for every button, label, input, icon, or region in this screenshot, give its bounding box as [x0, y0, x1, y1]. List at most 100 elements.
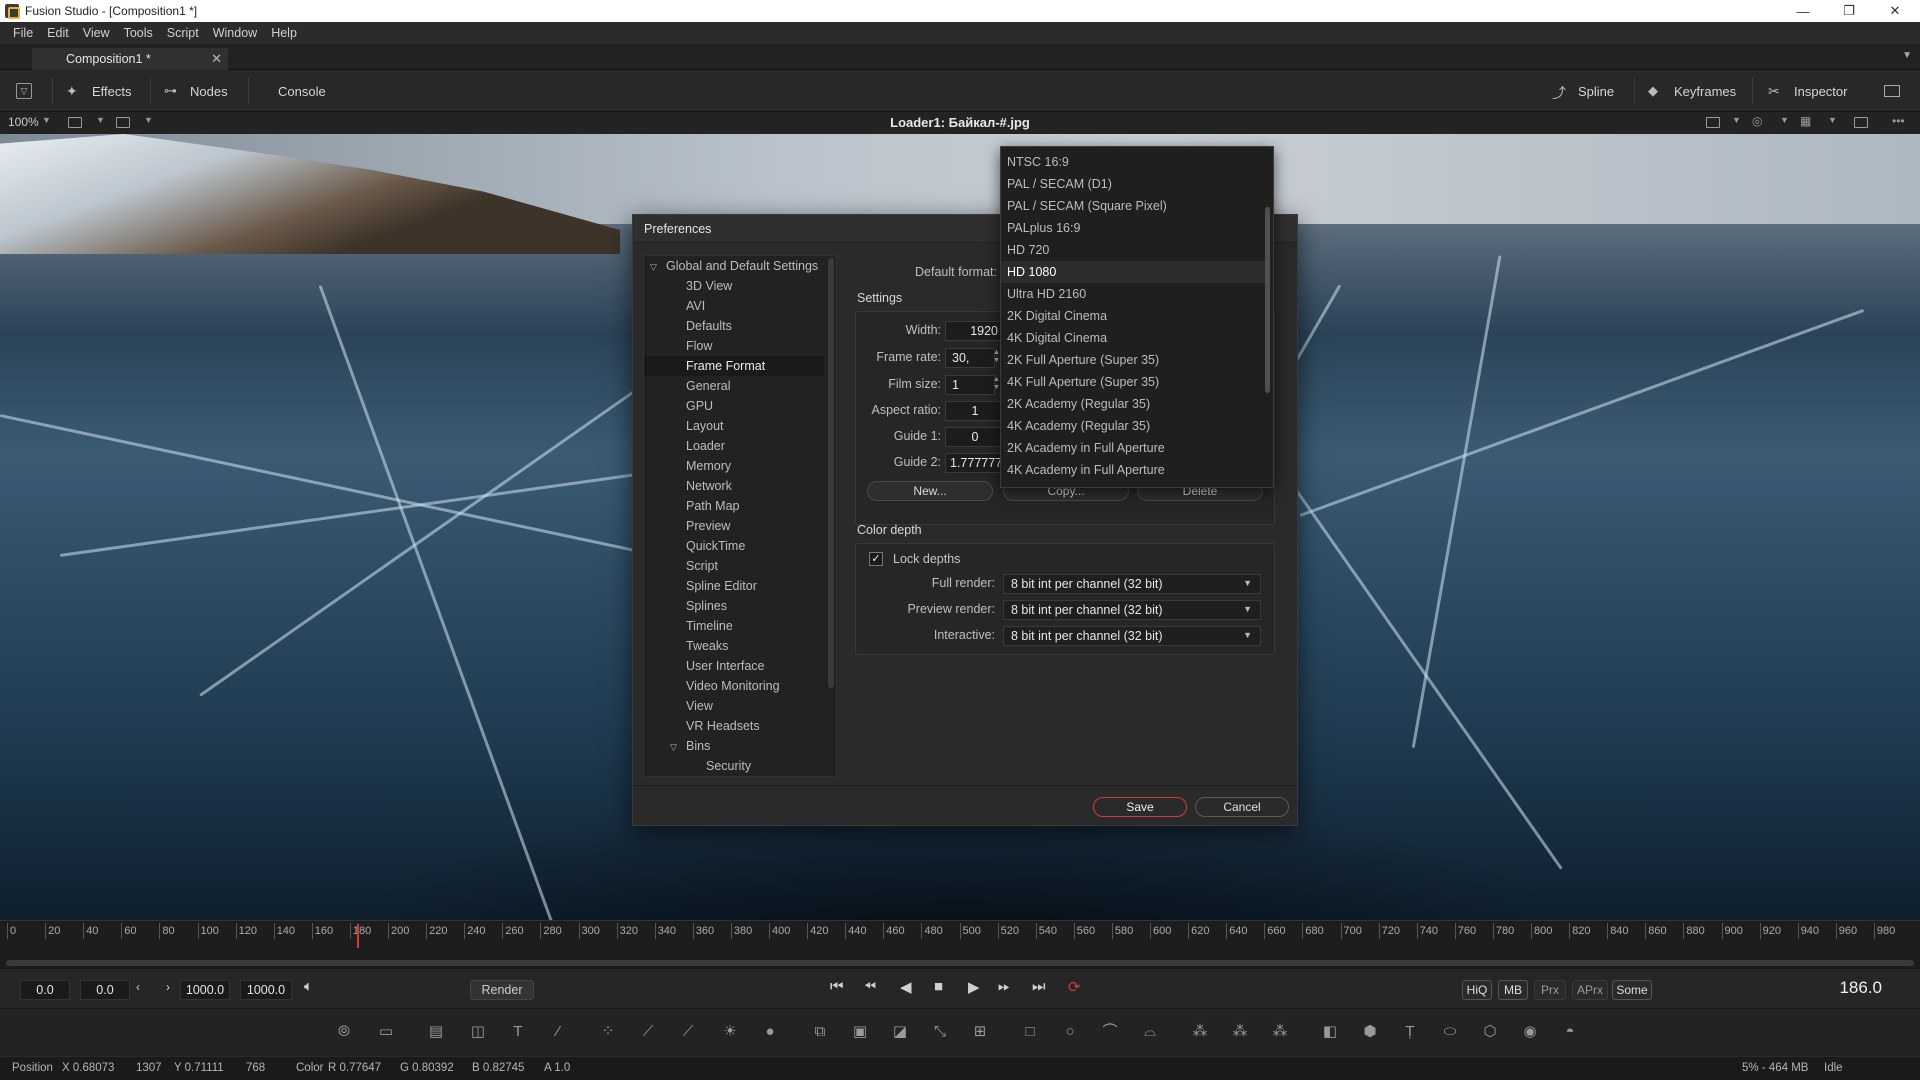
tree-item-security[interactable]: Security: [644, 756, 824, 776]
console-button[interactable]: Console: [278, 70, 326, 112]
proxy-toggle[interactable]: Prx: [1534, 980, 1566, 1000]
tree-item-loader[interactable]: Loader: [644, 436, 824, 456]
tree-item-splines[interactable]: Splines: [644, 596, 824, 616]
step-forward-icon[interactable]: ⏩︎: [998, 978, 1010, 995]
tree-item-frame-format[interactable]: Frame Format: [644, 356, 824, 376]
light-3d-icon[interactable]: ◓: [1560, 1023, 1580, 1041]
dropdown-scrollbar[interactable]: [1265, 207, 1270, 393]
format-option[interactable]: 2K Digital Cinema: [1001, 305, 1265, 327]
matte-tool-icon[interactable]: ▣: [850, 1023, 870, 1041]
render-start-field[interactable]: 0.0: [80, 980, 130, 1000]
background-tool-icon[interactable]: ⦾: [334, 1023, 354, 1041]
width-field[interactable]: 1920: [945, 321, 1005, 341]
spline-button[interactable]: ⤴ Spline: [1552, 70, 1614, 112]
format-option[interactable]: 4K Digital Cinema: [1001, 327, 1265, 349]
time-ruler[interactable]: 0 20 40 60 80 100 120 140 160 180 200 220 240 260 280 3…: [0, 920, 1920, 954]
loop-icon[interactable]: ⟳: [1068, 978, 1081, 996]
format-option[interactable]: 4K Academy (Regular 35): [1001, 415, 1265, 437]
tab-overflow-chevron-icon[interactable]: ▼: [1902, 50, 1912, 61]
tree-item-bins[interactable]: Bins: [644, 736, 824, 756]
paint-tool-icon[interactable]: ▤: [426, 1023, 446, 1041]
play-reverse-icon[interactable]: ◀: [900, 978, 912, 996]
tree-item-video-monitoring[interactable]: Video Monitoring: [644, 676, 824, 696]
keyframes-button[interactable]: ◆ Keyframes: [1648, 70, 1736, 112]
tree-item-flow[interactable]: Flow: [644, 336, 824, 356]
blur-tool-icon[interactable]: ●: [760, 1023, 780, 1041]
tree-item-network[interactable]: Network: [644, 476, 824, 496]
color-channel-icon[interactable]: ◎: [1752, 114, 1762, 128]
camera-3d-icon[interactable]: ◉: [1520, 1023, 1540, 1041]
ellipse-mask-icon[interactable]: ○: [1060, 1023, 1080, 1041]
format-option[interactable]: 4K Academy in Full Aperture: [1001, 459, 1265, 481]
tree-item-user-interface[interactable]: User Interface: [644, 656, 824, 676]
tree-item-timeline[interactable]: Timeline: [644, 616, 824, 636]
format-option[interactable]: HD 720: [1001, 239, 1265, 261]
menu-help[interactable]: Help: [264, 26, 304, 40]
merge-tool-icon[interactable]: ◫: [468, 1023, 488, 1041]
prender-tool-icon[interactable]: ⁂: [1230, 1023, 1250, 1041]
hiq-toggle[interactable]: HiQ: [1462, 980, 1492, 1000]
image-tool-icon[interactable]: ▭: [376, 1023, 396, 1041]
aspect-ratio-field[interactable]: 1: [945, 401, 1005, 421]
format-option[interactable]: PAL / SECAM (Square Pixel): [1001, 195, 1265, 217]
panel-toggle-button[interactable]: ▽: [16, 70, 32, 112]
format-option[interactable]: 2K Academy in Full Aperture: [1001, 437, 1265, 459]
global-end-field[interactable]: 1000.0: [240, 980, 292, 1000]
renderer-3d-icon[interactable]: ⬡: [1480, 1023, 1500, 1041]
text-tool-icon[interactable]: T: [508, 1023, 528, 1041]
viewer-options-icon[interactable]: [1706, 117, 1720, 128]
tree-root-global[interactable]: Global and Default Settings: [644, 256, 824, 276]
timeline-scrollbar[interactable]: [6, 960, 1914, 966]
stop-icon[interactable]: ■: [934, 978, 943, 995]
format-option[interactable]: PALplus 16:9: [1001, 217, 1265, 239]
auto-proxy-toggle[interactable]: APrx: [1572, 980, 1608, 1000]
audio-speaker-icon[interactable]: 🔈︎: [304, 978, 313, 995]
playhead[interactable]: [357, 924, 359, 948]
menu-view[interactable]: View: [76, 26, 117, 40]
guide2-field[interactable]: 1.777777: [945, 453, 1005, 473]
format-option[interactable]: 4K Full Aperture (Super 35): [1001, 371, 1265, 393]
curves-tool-icon[interactable]: ⟋: [638, 1023, 658, 1041]
brush-tool-icon[interactable]: ⁄: [548, 1023, 568, 1041]
tree-item-avi[interactable]: AVI: [644, 296, 824, 316]
polygon-mask-icon[interactable]: ⌒: [1100, 1023, 1120, 1041]
render-end-field[interactable]: 1000.0: [180, 980, 230, 1000]
format-option[interactable]: PAL / SECAM (D1): [1001, 173, 1265, 195]
go-to-end-icon[interactable]: ⏭︎: [1032, 978, 1046, 995]
save-button[interactable]: Save: [1093, 797, 1187, 817]
render-button[interactable]: Render: [470, 980, 534, 1000]
more-options-icon[interactable]: •••: [1892, 114, 1905, 128]
chevron-down-icon[interactable]: ▼: [1732, 115, 1741, 125]
menu-window[interactable]: Window: [206, 26, 264, 40]
tree-item-view[interactable]: View: [644, 696, 824, 716]
lock-depths-checkbox[interactable]: ✓: [869, 552, 883, 566]
brightness-tool-icon[interactable]: ☀: [720, 1023, 740, 1041]
tree-item-tweaks[interactable]: Tweaks: [644, 636, 824, 656]
global-start-field[interactable]: 0.0: [20, 980, 70, 1000]
merge-3d-icon[interactable]: ⬭: [1440, 1023, 1460, 1041]
text-3d-icon[interactable]: Ṭ: [1400, 1023, 1420, 1041]
cancel-button[interactable]: Cancel: [1195, 797, 1289, 817]
rectangle-mask-icon[interactable]: □: [1020, 1023, 1040, 1041]
chevron-down-icon[interactable]: ▼: [1828, 115, 1837, 125]
monitor-button[interactable]: [1884, 70, 1900, 112]
step-back-chevron-icon[interactable]: ‹: [136, 980, 140, 994]
interactive-select[interactable]: 8 bit int per channel (32 bit) ▼: [1003, 626, 1261, 646]
effects-button[interactable]: ✦ Effects: [66, 70, 132, 112]
nodes-button[interactable]: ⊶ Nodes: [164, 70, 228, 112]
pemitter-tool-icon[interactable]: ⁂: [1190, 1023, 1210, 1041]
tree-item-defaults[interactable]: Defaults: [644, 316, 824, 336]
menu-tools[interactable]: Tools: [117, 26, 160, 40]
tree-item-gpu[interactable]: GPU: [644, 396, 824, 416]
full-render-select[interactable]: 8 bit int per channel (32 bit) ▼: [1003, 574, 1261, 594]
tree-item-quicktime[interactable]: QuickTime: [644, 536, 824, 556]
tab-close-icon[interactable]: ✕: [211, 51, 222, 67]
format-option[interactable]: 2K Full Aperture (Super 35): [1001, 349, 1265, 371]
format-option-selected[interactable]: HD 1080: [1001, 261, 1265, 283]
tree-item-spline-editor[interactable]: Spline Editor: [644, 576, 824, 596]
format-option[interactable]: NTSC 16:9: [1001, 151, 1265, 173]
guide1-field[interactable]: 0: [945, 427, 1005, 447]
step-forward-chevron-icon[interactable]: ›: [166, 980, 170, 994]
tab-composition1[interactable]: Composition1 * ✕: [32, 48, 228, 70]
shape-3d-icon[interactable]: ⬢: [1360, 1023, 1380, 1041]
